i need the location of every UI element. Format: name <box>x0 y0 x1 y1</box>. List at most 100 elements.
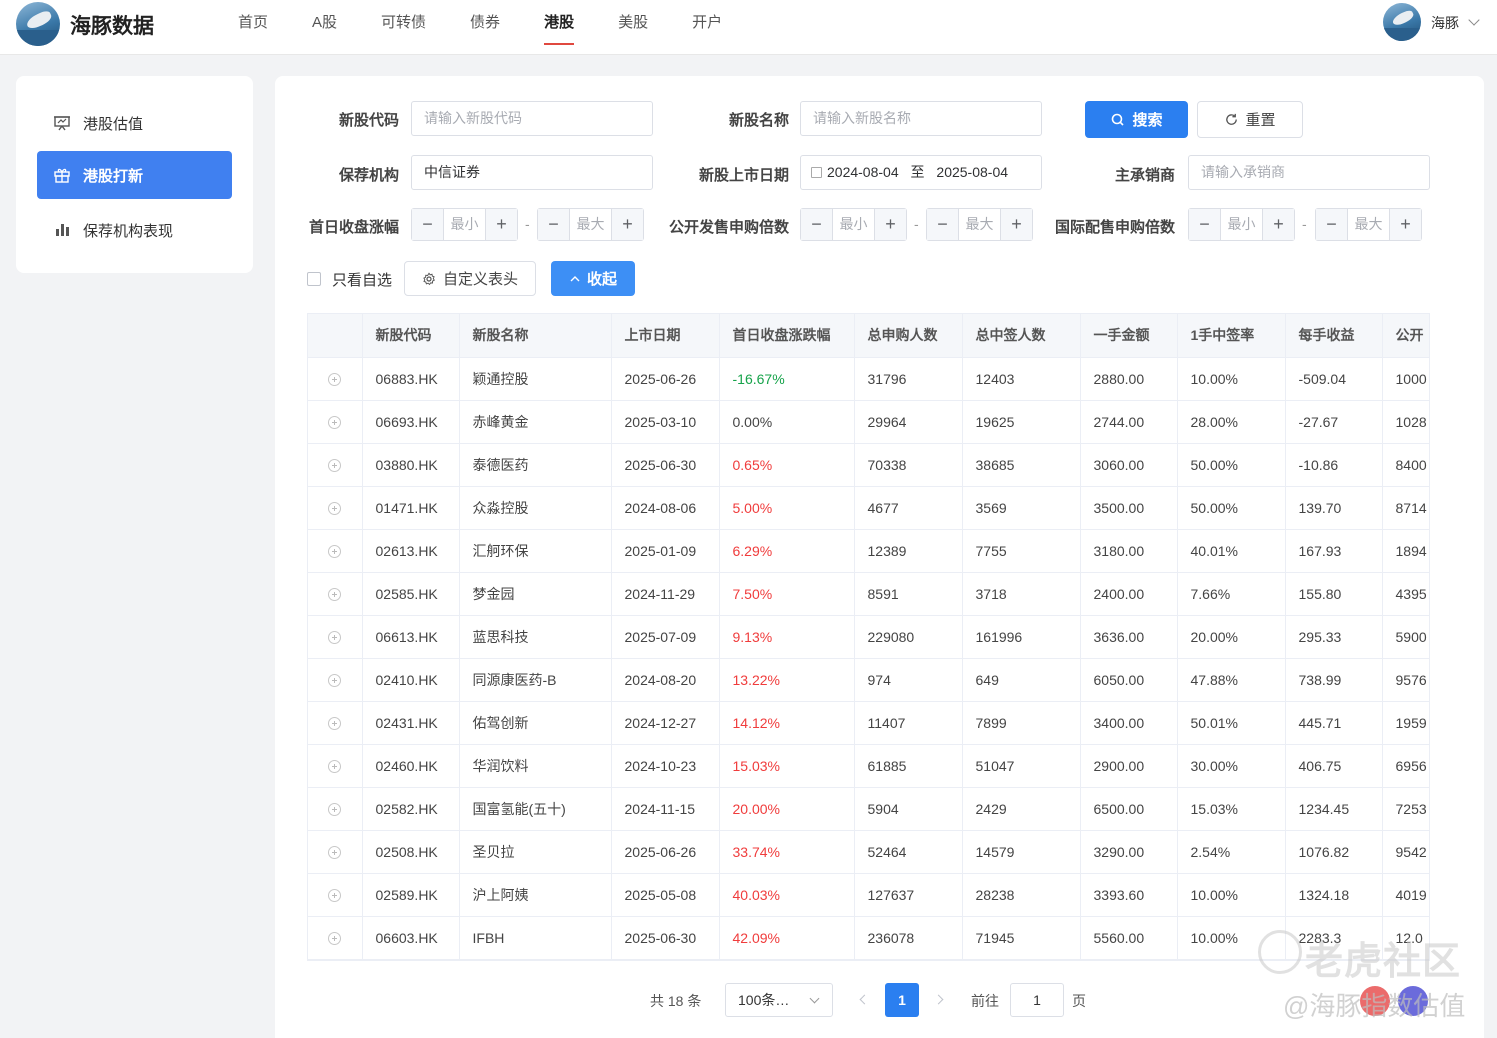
minus-icon[interactable]: − <box>1316 209 1348 240</box>
public-subscription-min-stepper[interactable]: − 最小 + <box>800 208 907 241</box>
table-row[interactable]: 02582.HK 国富氢能(五十) 2024-11-15 20.00% 5904 2429… <box>308 787 1429 831</box>
column-header[interactable]: 公开 <box>1382 314 1429 358</box>
expand-plus-icon[interactable] <box>328 416 342 430</box>
nav-convertible-bond[interactable]: 可转债 <box>359 0 448 55</box>
table-row[interactable]: 02585.HK 梦金园 2024-11-29 7.50% 8591 3718 2400.0… <box>308 572 1429 616</box>
expand-cell[interactable] <box>308 744 363 788</box>
intl-placement-min-stepper[interactable]: − 最小 + <box>1188 208 1295 241</box>
expand-plus-icon[interactable] <box>328 760 342 774</box>
dolphin-logo[interactable] <box>16 2 60 46</box>
table-row[interactable]: 02613.HK 汇舸环保 2025-01-09 6.29% 12389 7755 3180… <box>308 529 1429 573</box>
expand-cell[interactable] <box>308 615 363 659</box>
brand-name[interactable]: 海豚数据 <box>70 10 154 40</box>
user-name[interactable]: 海豚 <box>1431 13 1459 33</box>
page-size-select[interactable]: 100条… <box>725 983 833 1017</box>
minus-icon[interactable]: − <box>1189 209 1221 240</box>
nav-a-share[interactable]: A股 <box>290 0 359 55</box>
table-row[interactable]: 06883.HK 颖通控股 2025-06-26 -16.67% 31796 12403 2… <box>308 357 1429 401</box>
stepper-placeholder[interactable]: 最大 <box>1348 209 1389 240</box>
plus-icon[interactable]: + <box>1262 209 1294 240</box>
minus-icon[interactable]: − <box>412 209 444 240</box>
column-header[interactable]: 首日收盘涨跌幅 <box>719 314 855 358</box>
expand-cell[interactable] <box>308 443 363 487</box>
table-row[interactable]: 02431.HK 佑驾创新 2024-12-27 14.12% 11407 7899 340… <box>308 701 1429 745</box>
minus-icon[interactable]: − <box>538 209 570 240</box>
next-page-icon[interactable] <box>935 992 947 1008</box>
expand-plus-icon[interactable] <box>328 889 342 903</box>
column-header[interactable]: 总申购人数 <box>854 314 963 358</box>
expand-cell[interactable] <box>308 873 363 917</box>
expand-plus-icon[interactable] <box>328 545 342 559</box>
table-row[interactable]: 06613.HK 蓝思科技 2025-07-09 9.13% 229080 161996 3… <box>308 615 1429 659</box>
table-row[interactable]: 02508.HK 圣贝拉 2025-06-26 33.74% 52464 14579 329… <box>308 830 1429 874</box>
expand-plus-icon[interactable] <box>328 631 342 645</box>
column-header[interactable]: 1手中签率 <box>1177 314 1286 358</box>
expand-cell[interactable] <box>308 357 363 401</box>
expand-cell[interactable] <box>308 486 363 530</box>
user-avatar[interactable] <box>1383 3 1421 41</box>
prev-page-icon[interactable] <box>857 992 869 1008</box>
column-header[interactable]: 上市日期 <box>611 314 720 358</box>
collapse-button[interactable]: 收起 <box>551 261 635 296</box>
table-row[interactable]: 06693.HK 赤峰黄金 2025-03-10 0.00% 29964 19625 274… <box>308 400 1429 444</box>
first-day-change-min-stepper[interactable]: − 最小 + <box>411 208 518 241</box>
search-button[interactable]: 搜索 <box>1085 101 1188 138</box>
expand-cell[interactable] <box>308 572 363 616</box>
expand-cell[interactable] <box>308 701 363 745</box>
expand-plus-icon[interactable] <box>328 932 342 946</box>
current-page-button[interactable]: 1 <box>885 983 919 1017</box>
nav-bond[interactable]: 债券 <box>448 0 522 55</box>
nav-hk-stock[interactable]: 港股 <box>522 0 596 55</box>
sponsor-input[interactable]: 中信证券 <box>411 155 653 190</box>
plus-icon[interactable]: + <box>874 209 906 240</box>
stepper-placeholder[interactable]: 最小 <box>1221 209 1262 240</box>
expand-cell[interactable] <box>308 787 363 831</box>
plus-icon[interactable]: + <box>485 209 517 240</box>
expand-plus-icon[interactable] <box>328 846 342 860</box>
plus-icon[interactable]: + <box>611 209 643 240</box>
custom-columns-button[interactable]: 自定义表头 <box>404 261 536 296</box>
table-row[interactable]: 02589.HK 沪上阿姨 2025-05-08 40.03% 127637 28238 3… <box>308 873 1429 917</box>
intl-placement-max-stepper[interactable]: − 最大 + <box>1315 208 1422 241</box>
table-row[interactable]: 01471.HK 众淼控股 2024-08-06 5.00% 4677 3569 3500.… <box>308 486 1429 530</box>
expand-cell[interactable] <box>308 529 363 573</box>
table-row[interactable]: 03880.HK 泰德医药 2025-06-30 0.65% 70338 38685 306… <box>308 443 1429 487</box>
column-header[interactable]: 总中签人数 <box>962 314 1081 358</box>
nav-open-account[interactable]: 开户 <box>670 0 744 55</box>
stepper-placeholder[interactable]: 最小 <box>833 209 874 240</box>
chevron-down-icon[interactable] <box>1468 14 1480 26</box>
column-header[interactable]: 每手收益 <box>1285 314 1383 358</box>
nav-us-stock[interactable]: 美股 <box>596 0 670 55</box>
column-header[interactable]: 新股代码 <box>362 314 460 358</box>
sidebar-item-hk-valuation[interactable]: 港股估值 <box>37 99 232 147</box>
expand-plus-icon[interactable] <box>328 502 342 516</box>
underwriter-input[interactable]: 请输入承销商 <box>1188 155 1430 190</box>
plus-icon[interactable]: + <box>1389 209 1421 240</box>
table-row[interactable]: 02410.HK 同源康医药-B 2024-08-20 13.22% 974 649 605… <box>308 658 1429 702</box>
expand-cell[interactable] <box>308 658 363 702</box>
expand-cell[interactable] <box>308 400 363 444</box>
reset-button[interactable]: 重置 <box>1197 101 1303 138</box>
expand-plus-icon[interactable] <box>328 459 342 473</box>
plus-icon[interactable]: + <box>1000 209 1032 240</box>
first-day-change-max-stepper[interactable]: − 最大 + <box>537 208 644 241</box>
expand-plus-icon[interactable] <box>328 588 342 602</box>
only-watchlist-checkbox[interactable] <box>307 272 321 286</box>
stepper-placeholder[interactable]: 最大 <box>570 209 611 240</box>
minus-icon[interactable]: − <box>927 209 959 240</box>
goto-page-input[interactable]: 1 <box>1010 983 1064 1017</box>
expand-plus-icon[interactable] <box>328 803 342 817</box>
column-header[interactable]: 新股名称 <box>459 314 612 358</box>
sidebar-item-sponsor-performance[interactable]: 保荐机构表现 <box>37 206 232 254</box>
expand-cell[interactable] <box>308 830 363 874</box>
expand-plus-icon[interactable] <box>328 674 342 688</box>
expand-plus-icon[interactable] <box>328 717 342 731</box>
name-input[interactable]: 请输入新股名称 <box>800 101 1042 136</box>
column-header[interactable]: 一手金额 <box>1080 314 1178 358</box>
stepper-placeholder[interactable]: 最大 <box>959 209 1000 240</box>
code-input[interactable]: 请输入新股代码 <box>411 101 653 136</box>
nav-home[interactable]: 首页 <box>216 0 290 55</box>
only-watchlist-label[interactable]: 只看自选 <box>332 269 392 290</box>
sidebar-item-hk-ipo[interactable]: 港股打新 <box>37 151 232 199</box>
list-date-range-picker[interactable]: 2024-08-04 至 2025-08-04 <box>800 155 1042 190</box>
